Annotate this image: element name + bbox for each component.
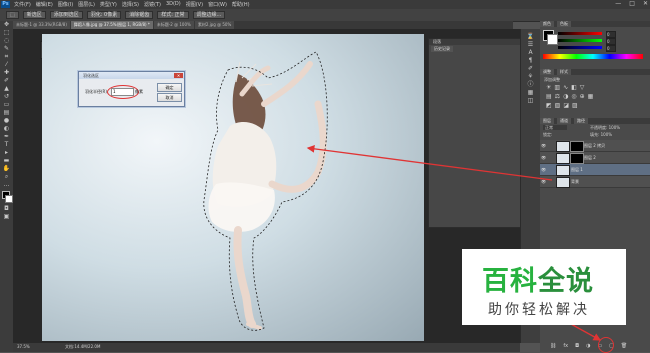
watermark-subtitle: 助你轻松解决 <box>488 302 590 318</box>
watermark-title-part2: 全说 <box>538 266 594 297</box>
watermark-logo: 百科全说 助你轻松解决 <box>462 249 626 325</box>
watermark-title: 百科全说 <box>482 259 594 298</box>
watermark-title-part1: 百科 <box>482 266 538 297</box>
annotation-arrow-line <box>306 144 553 181</box>
